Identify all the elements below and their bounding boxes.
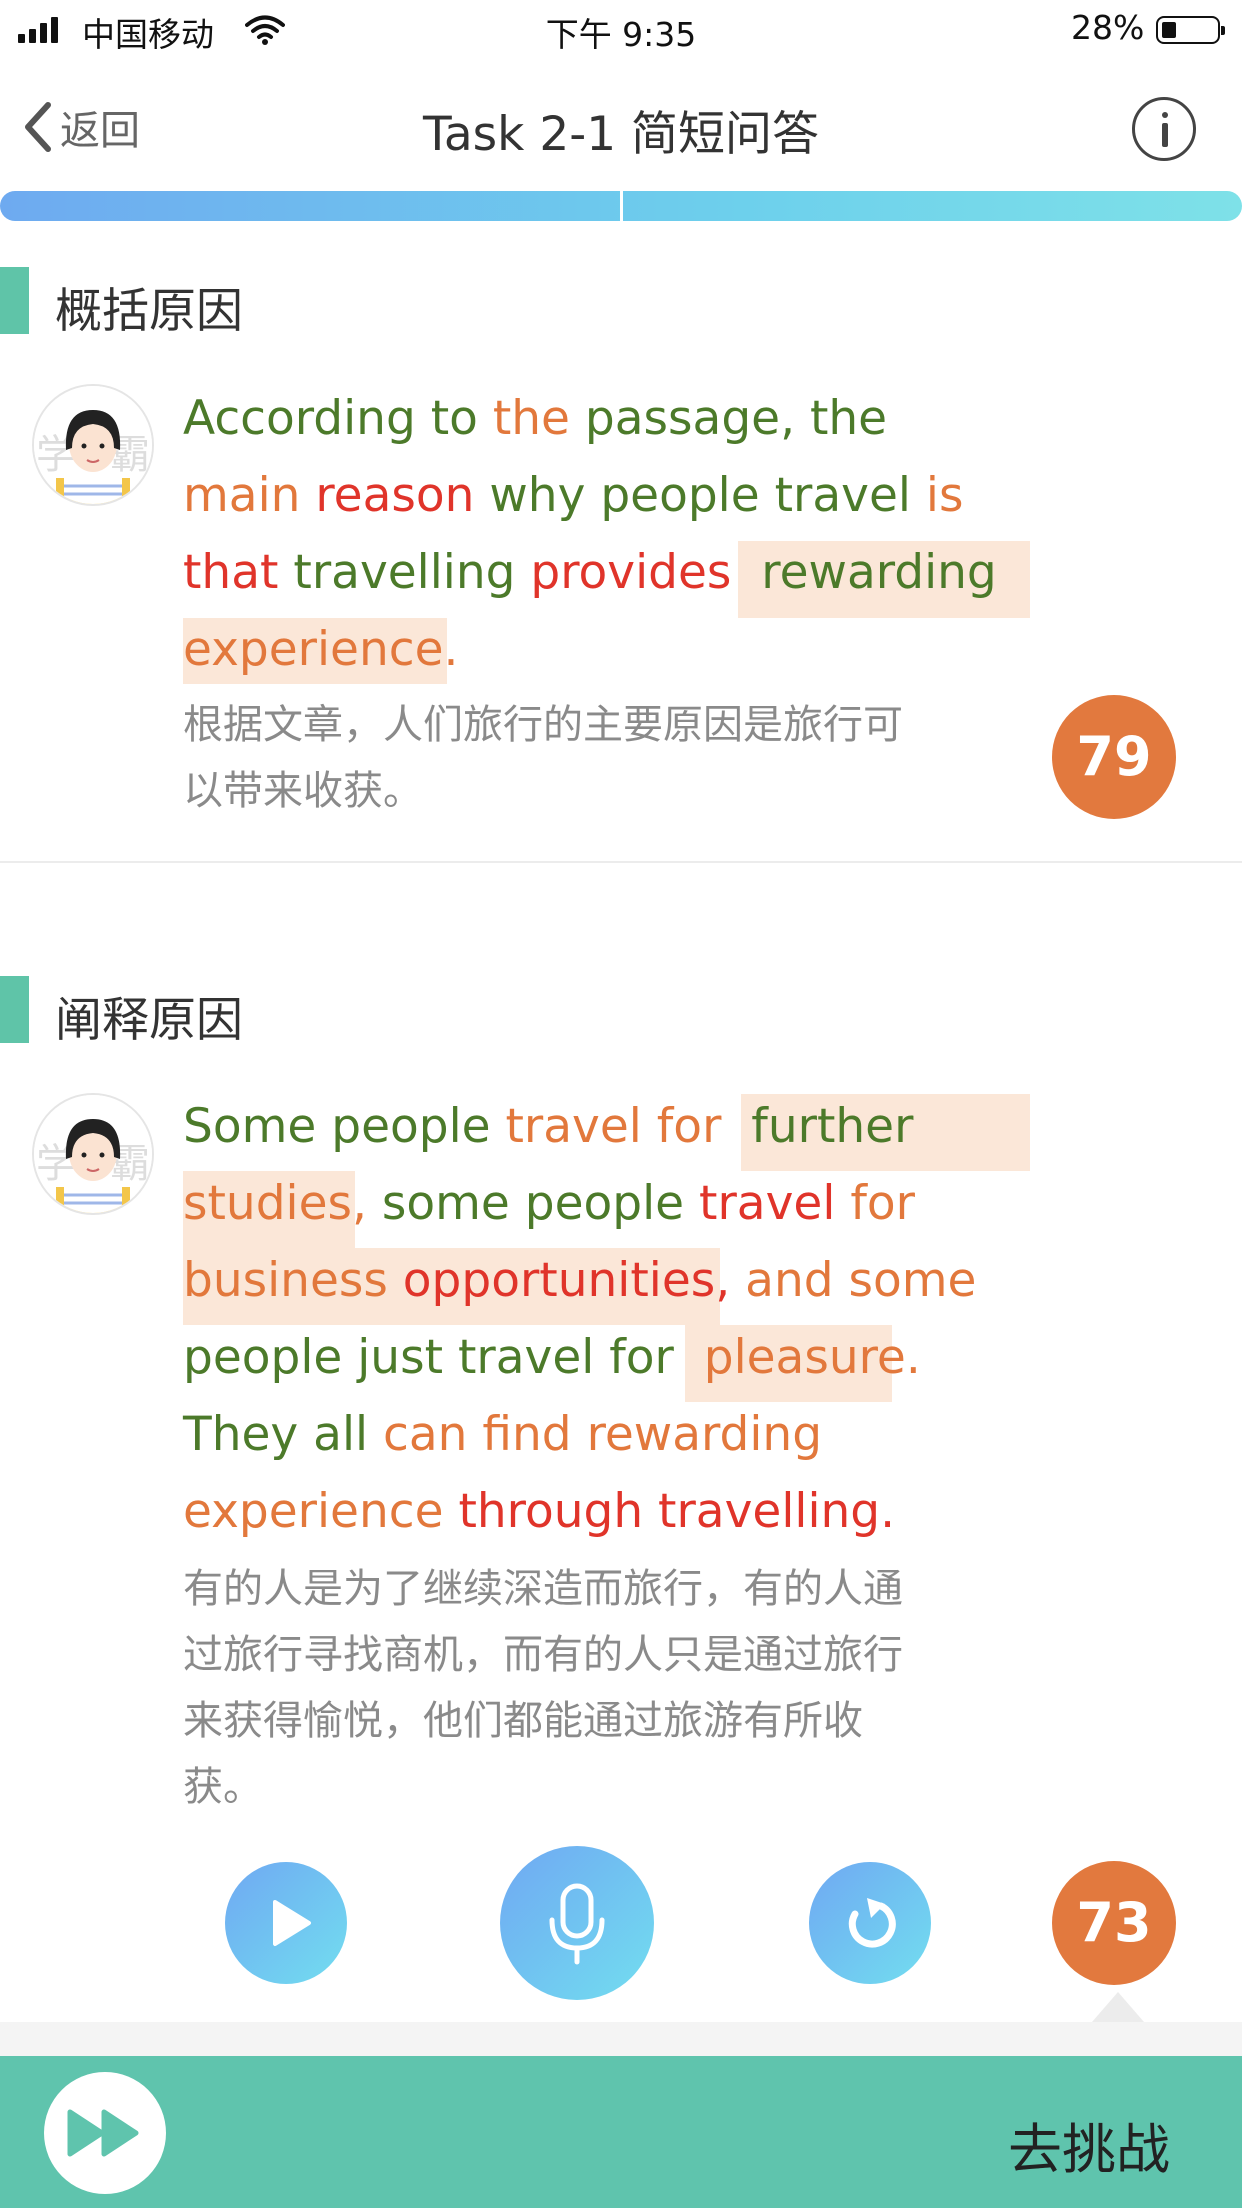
record-button[interactable] — [500, 1846, 654, 2000]
translation-line: 根据文章，人们旅行的主要原因是旅行可 — [183, 702, 903, 748]
microphone-icon — [549, 1883, 605, 1965]
clock: 下午 9:35 — [545, 15, 697, 54]
play-icon — [273, 1900, 311, 1946]
battery-icon — [1156, 16, 1225, 44]
translation-line: 过旅行寻找商机，而有的人只是通过旅行 — [183, 1632, 903, 1678]
section-marker — [0, 267, 29, 334]
page-title: Task 2-1 简短问答 — [422, 107, 820, 162]
fast-forward-icon — [67, 2109, 139, 2157]
retry-button[interactable] — [809, 1862, 931, 1984]
info-icon[interactable] — [1132, 97, 1196, 161]
challenge-button[interactable]: 去挑战 — [1008, 2105, 1170, 2184]
translation-line: 有的人是为了继续深造而旅行，有的人通 — [183, 1566, 903, 1612]
score-badge[interactable]: 79 — [1052, 695, 1176, 819]
chinese-translation: 根据文章，人们旅行的主要原因是旅行可 以带来收获。 — [183, 692, 1003, 824]
divider — [0, 861, 1242, 863]
avatar-image: 学 霸 — [34, 386, 152, 504]
refresh-icon — [848, 1898, 896, 1948]
section-marker — [0, 976, 29, 1043]
english-sentence: According to the passage, the main reaso… — [183, 391, 997, 677]
chinese-translation: 有的人是为了继续深造而旅行，有的人通 过旅行寻找商机，而有的人只是通过旅行 来获… — [183, 1556, 1003, 1820]
section-title: 概括原因 — [55, 284, 243, 339]
play-button[interactable] — [225, 1862, 347, 1984]
score-badge[interactable]: 73 — [1052, 1861, 1176, 1985]
translation-line: 获。 — [183, 1764, 263, 1810]
status-bar: 中国移动 下午 9:35 28% — [0, 0, 1242, 60]
english-sentence: Some people travel for further studies, … — [183, 1099, 977, 1539]
task-progress-bar — [0, 191, 1242, 221]
avatar-image: 学 霸 — [34, 1095, 152, 1213]
avatar: 学 霸 — [32, 1093, 154, 1215]
fast-forward-button[interactable] — [44, 2072, 166, 2194]
pointer-arrow — [1092, 1992, 1144, 2022]
section-title: 阐释原因 — [55, 993, 243, 1048]
panel-footer — [0, 2022, 1242, 2056]
translation-line: 以带来收获。 — [183, 768, 423, 814]
battery-percent: 28% — [1071, 8, 1145, 47]
avatar: 学 霸 — [32, 384, 154, 506]
translation-line: 来获得愉悦，他们都能通过旅游有所收 — [183, 1698, 863, 1744]
